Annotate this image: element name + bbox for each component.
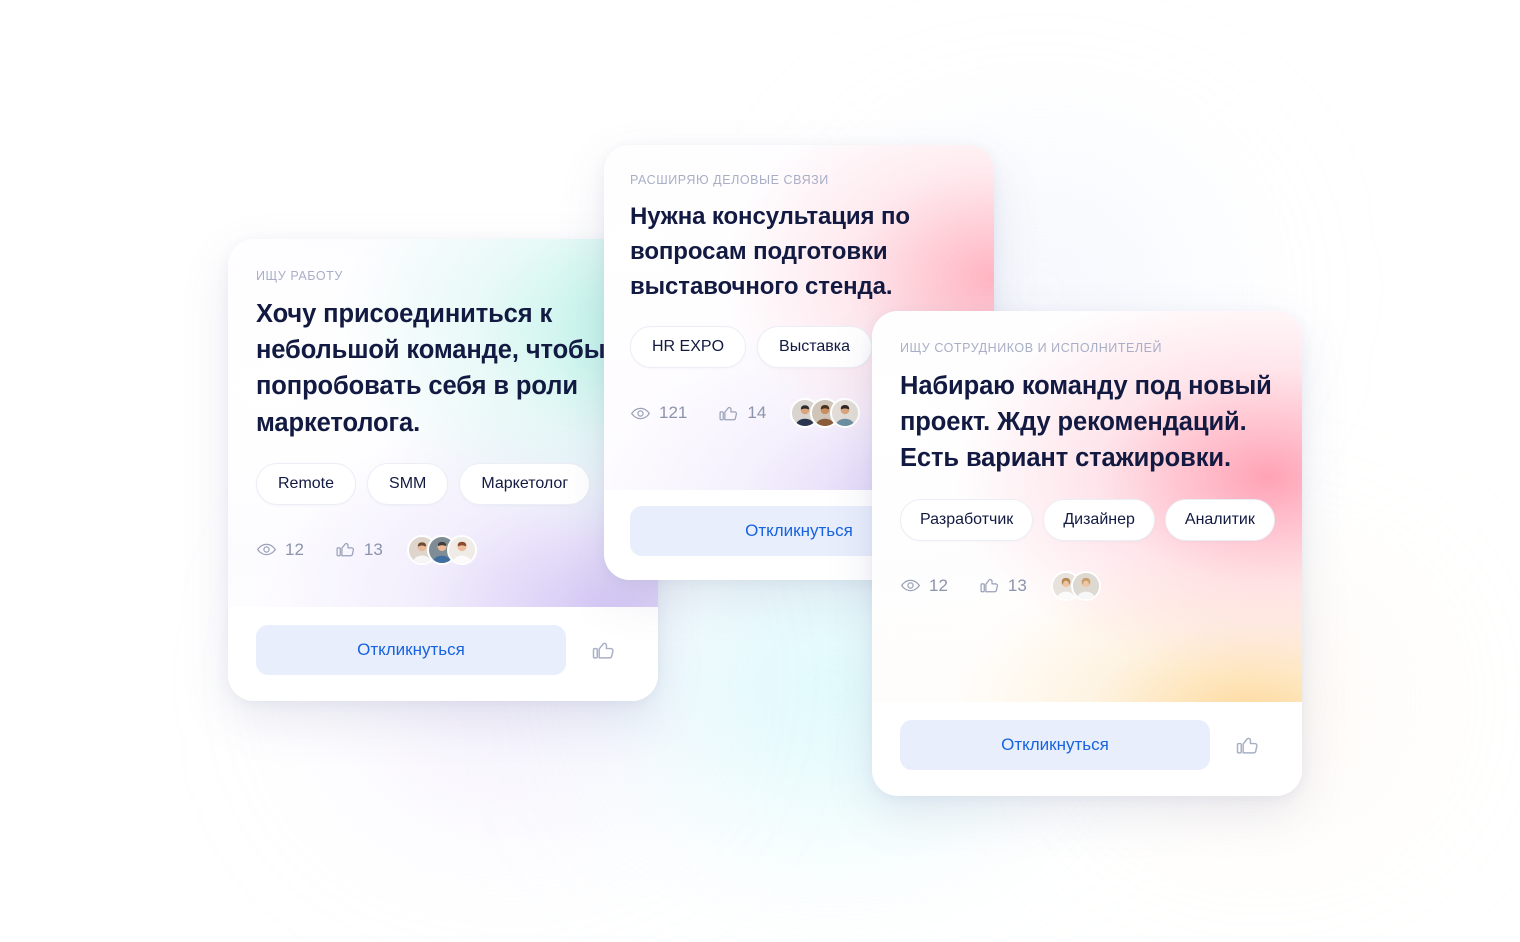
card-tag-list: Разработчик Дизайнер Аналитик: [900, 498, 1275, 541]
card-tag[interactable]: HR EXPO: [630, 326, 747, 369]
post-card-hiring[interactable]: ИЩУ СОТРУДНИКОВ И ИСПОЛНИТЕЛЕЙ Набираю к…: [872, 311, 1302, 796]
thumbs-up-icon: [1236, 737, 1258, 754]
likes-stat: 13: [979, 575, 1027, 596]
card-tag[interactable]: Разработчик: [900, 498, 1034, 541]
thumbs-up-icon: [592, 642, 614, 659]
likes-count: 13: [363, 539, 383, 559]
card-footer: Откликнуться: [872, 702, 1302, 796]
card-meta-row: 12 13: [900, 570, 1274, 627]
card-footer: Откликнуться: [228, 607, 658, 701]
eye-icon: [257, 544, 276, 556]
views-count: 121: [659, 403, 688, 423]
card-tag[interactable]: Дизайнер: [1043, 498, 1155, 541]
avatar: [830, 398, 861, 429]
respond-button[interactable]: Откликнуться: [900, 720, 1210, 770]
avatar-portrait-3: [448, 536, 475, 563]
card-tag[interactable]: Выставка: [757, 326, 872, 369]
card-body: ИЩУ РАБОТУ Хочу присоединиться к небольш…: [228, 239, 658, 607]
card-tag[interactable]: Аналитик: [1164, 498, 1275, 541]
eye-icon: [901, 579, 920, 592]
views-stat: 12: [900, 575, 948, 596]
views-count: 12: [929, 575, 948, 595]
likes-stat: 13: [335, 539, 383, 560]
participant-avatars[interactable]: [1050, 570, 1101, 601]
views-count: 12: [285, 539, 304, 559]
participant-avatars[interactable]: [406, 534, 477, 565]
like-button[interactable]: [576, 625, 630, 675]
cards-stage: ИЩУ РАБОТУ Хочу присоединиться к небольш…: [0, 0, 1520, 942]
thumbs-up-icon: [980, 579, 998, 593]
card-headline: Нужна консультация по вопросам подготовк…: [630, 203, 910, 300]
avatar: [446, 534, 477, 565]
card-headline: Хочу присоединиться к небольшой команде,…: [256, 300, 606, 437]
card-category-label: ИЩУ СОТРУДНИКОВ И ИСПОЛНИТЕЛЕЙ: [900, 341, 1163, 355]
likes-count: 14: [747, 403, 767, 423]
card-tag[interactable]: Remote: [256, 462, 357, 505]
likes-count: 13: [1007, 575, 1027, 595]
thumbs-up-icon: [719, 406, 738, 421]
likes-stat: 14: [718, 403, 766, 424]
eye-icon: [631, 407, 650, 420]
card-meta-row: 12 13: [256, 534, 630, 591]
like-button[interactable]: [1220, 720, 1274, 770]
card-category-label: РАСШИРЯЮ ДЕЛОВЫЕ СВЯЗИ: [630, 173, 829, 187]
views-stat: 121: [630, 403, 687, 424]
avatar-portrait-2: [1072, 572, 1099, 599]
participant-avatars[interactable]: [790, 398, 861, 429]
card-headline: Набираю команду под новый проект. Жду ре…: [900, 372, 1272, 473]
card-tag[interactable]: SMM: [367, 462, 449, 505]
card-body: ИЩУ СОТРУДНИКОВ И ИСПОЛНИТЕЛЕЙ Набираю к…: [872, 311, 1302, 702]
avatar-portrait-3: [832, 400, 859, 427]
avatar: [1070, 570, 1101, 601]
card-tag[interactable]: Маркетолог: [459, 462, 591, 505]
card-tag-list: Remote SMM Маркетолог: [256, 462, 630, 505]
respond-button[interactable]: Откликнуться: [256, 625, 566, 675]
post-card-job-seeker[interactable]: ИЩУ РАБОТУ Хочу присоединиться к небольш…: [228, 239, 658, 701]
views-stat: 12: [256, 539, 304, 560]
thumbs-up-icon: [336, 543, 354, 557]
card-category-label: ИЩУ РАБОТУ: [256, 269, 343, 283]
